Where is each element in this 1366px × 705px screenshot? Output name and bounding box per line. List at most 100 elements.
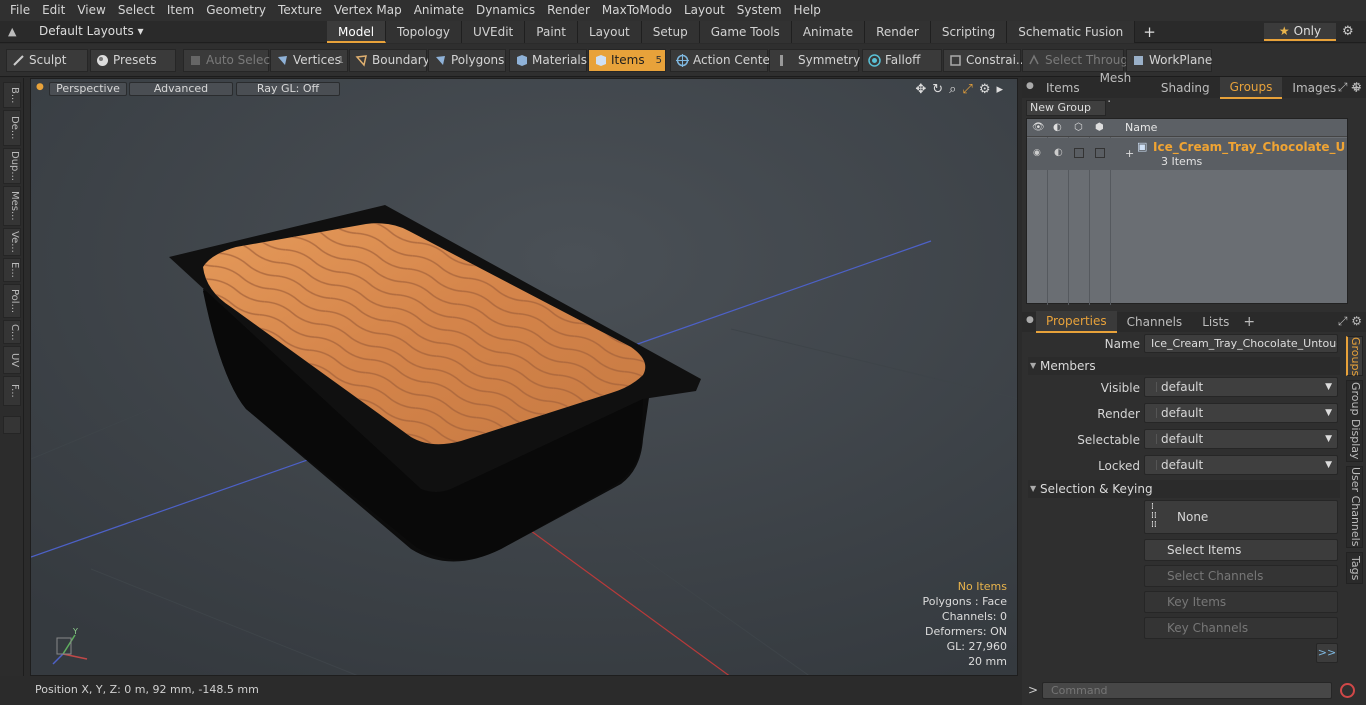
menu-layout[interactable]: Layout xyxy=(678,0,731,21)
tab-channels[interactable]: Channels xyxy=(1117,312,1193,332)
menu-geometry[interactable]: Geometry xyxy=(200,0,272,21)
visible-dropdown[interactable]: default ▼ xyxy=(1144,377,1338,397)
lock-icon[interactable]: ⬡ xyxy=(1074,122,1086,134)
action-center-button[interactable]: Action Center xyxy=(670,49,775,72)
gear-icon[interactable]: ⚙ xyxy=(1342,24,1354,39)
key-channels-button[interactable]: Key Channels xyxy=(1144,617,1338,639)
add-tab-plus-icon[interactable]: + xyxy=(1135,21,1164,43)
locked-dropdown[interactable]: default ▼ xyxy=(1144,455,1338,475)
menu-maxtomodo[interactable]: MaxToModo xyxy=(596,0,678,21)
materials-button[interactable]: Materials xyxy=(509,49,587,72)
falloff-button[interactable]: Falloff xyxy=(862,49,942,72)
vtab-groups[interactable]: Groups xyxy=(1346,336,1363,376)
panel-menu-dot-icon[interactable]: ● xyxy=(1026,81,1034,91)
tab-animate[interactable]: Animate xyxy=(791,21,866,43)
record-icon[interactable] xyxy=(1340,683,1355,698)
vtab-user-channels[interactable]: User Channels xyxy=(1346,466,1363,548)
name-column-header[interactable]: Name xyxy=(1125,121,1157,134)
tab-game-tools[interactable]: Game Tools xyxy=(699,21,792,43)
menu-edit[interactable]: Edit xyxy=(36,0,71,21)
vtab-group-display[interactable]: Group Display xyxy=(1346,380,1363,462)
left-tab-polygon[interactable]: Pol... xyxy=(3,284,21,318)
row-select-box[interactable] xyxy=(1095,148,1105,158)
left-tab-duplicate[interactable]: Dup... xyxy=(3,148,21,184)
add-properties-tab-plus-icon[interactable]: + xyxy=(1239,314,1259,330)
tab-images[interactable]: Images xyxy=(1282,78,1346,98)
select-items-button[interactable]: Select Items xyxy=(1144,539,1338,561)
menu-view[interactable]: View xyxy=(71,0,111,21)
more-button[interactable]: >> xyxy=(1316,643,1338,663)
select-icon[interactable]: ⬢ xyxy=(1095,122,1107,134)
left-tab-curve[interactable]: C... xyxy=(3,320,21,344)
menu-select[interactable]: Select xyxy=(112,0,161,21)
left-tab-vertex[interactable]: Ve... xyxy=(3,228,21,256)
menu-animate[interactable]: Animate xyxy=(408,0,470,21)
menu-item[interactable]: Item xyxy=(161,0,200,21)
3d-viewport[interactable]: Y ● Perspective Advanced Ray GL: Off ✥ ↻… xyxy=(30,78,1018,676)
move-view-icon[interactable]: ✥ xyxy=(915,82,926,97)
render-icon[interactable]: ◐ xyxy=(1053,122,1065,134)
properties-menu-dot-icon[interactable]: ● xyxy=(1026,315,1034,325)
polygons-button[interactable]: Polygons xyxy=(428,49,506,72)
advanced-button[interactable]: Advanced xyxy=(129,82,233,96)
tab-layout[interactable]: Layout xyxy=(577,21,642,43)
default-layouts-dropdown[interactable]: Default Layouts ▾ xyxy=(39,24,144,38)
menu-help[interactable]: Help xyxy=(788,0,827,21)
selection-keying-section[interactable]: ▼ Selection & Keying xyxy=(1028,480,1340,498)
left-tab-uv[interactable]: UV xyxy=(3,346,21,374)
rotate-view-icon[interactable]: ↻ xyxy=(932,82,943,97)
row-expand-plus-icon[interactable]: + xyxy=(1125,147,1134,160)
left-tab-mesh[interactable]: Mes... xyxy=(3,186,21,226)
collapse-arrow-icon[interactable]: ▲ xyxy=(8,25,22,39)
menu-dynamics[interactable]: Dynamics xyxy=(470,0,541,21)
raygl-button[interactable]: Ray GL: Off xyxy=(236,82,340,96)
none-button[interactable]: ⁞ ⁞⁞ ⁞⁞ None xyxy=(1144,500,1338,534)
left-tab-deform[interactable]: De... xyxy=(3,110,21,146)
tab-model[interactable]: Model xyxy=(327,21,387,43)
key-items-button[interactable]: Key Items xyxy=(1144,591,1338,613)
render-dropdown[interactable]: default ▼ xyxy=(1144,403,1338,423)
tab-lists[interactable]: Lists xyxy=(1192,312,1239,332)
sculpt-button[interactable]: Sculpt xyxy=(6,49,88,72)
tab-topology[interactable]: Topology xyxy=(386,21,463,43)
constraints-button[interactable]: Constrai... xyxy=(943,49,1027,72)
boundary-button[interactable]: Boundary xyxy=(349,49,430,72)
tab-items[interactable]: Items xyxy=(1036,78,1090,98)
members-section[interactable]: ▼ Members xyxy=(1028,357,1340,375)
menu-file[interactable]: File xyxy=(4,0,36,21)
menu-vertex-map[interactable]: Vertex Map xyxy=(328,0,408,21)
menu-render[interactable]: Render xyxy=(541,0,596,21)
group-list[interactable]: 👁 ◐ ⬡ ⬢ Name ◉ ◐ + ▣ Ice_Cream_Tray_Choc… xyxy=(1026,118,1348,305)
viewport-menu-dot-icon[interactable]: ● xyxy=(36,82,44,92)
tab-schematic-fusion[interactable]: Schematic Fusion xyxy=(1007,21,1136,43)
tab-setup[interactable]: Setup xyxy=(641,21,700,43)
eye-icon[interactable]: 👁 xyxy=(1032,122,1045,134)
viewport-scene[interactable]: Y xyxy=(31,79,1018,676)
tab-scripting[interactable]: Scripting xyxy=(930,21,1008,43)
viewport-expand-arrow-icon[interactable]: ▸ xyxy=(996,82,1003,97)
group-name[interactable]: Ice_Cream_Tray_Chocolate_Un ... xyxy=(1153,140,1345,154)
properties-expand-icon[interactable]: ⤢ ⚙ xyxy=(1338,314,1362,329)
tab-render[interactable]: Render xyxy=(865,21,931,43)
tab-properties[interactable]: Properties xyxy=(1036,311,1117,333)
items-button[interactable]: Items 5 xyxy=(588,49,666,72)
left-strip-toggle[interactable] xyxy=(3,416,21,434)
viewport-gear-icon[interactable]: ⚙ xyxy=(979,82,991,97)
selectable-dropdown[interactable]: default ▼ xyxy=(1144,429,1338,449)
left-tab-fusion[interactable]: F... xyxy=(3,376,21,406)
row-eye-icon[interactable]: ◉ xyxy=(1033,148,1041,158)
tab-paint[interactable]: Paint xyxy=(525,21,578,43)
group-name-field[interactable] xyxy=(1144,334,1338,353)
menu-system[interactable]: System xyxy=(731,0,788,21)
only-button[interactable]: ★ Only xyxy=(1264,23,1336,41)
tab-uvedit[interactable]: UVEdit xyxy=(462,21,526,43)
perspective-button[interactable]: Perspective xyxy=(49,82,127,96)
new-group-button[interactable]: New Group xyxy=(1026,100,1106,116)
left-tab-basic[interactable]: B... xyxy=(3,82,21,108)
auto-select-button[interactable]: Auto Select xyxy=(183,49,275,72)
vertices-button[interactable]: Vertices 1 xyxy=(270,49,348,72)
tab-groups[interactable]: Groups xyxy=(1219,77,1283,99)
presets-button[interactable]: Presets xyxy=(90,49,176,72)
group-row[interactable]: ◉ ◐ + ▣ Ice_Cream_Tray_Chocolate_Un ... … xyxy=(1027,138,1347,170)
vtab-tags[interactable]: Tags xyxy=(1346,552,1363,584)
